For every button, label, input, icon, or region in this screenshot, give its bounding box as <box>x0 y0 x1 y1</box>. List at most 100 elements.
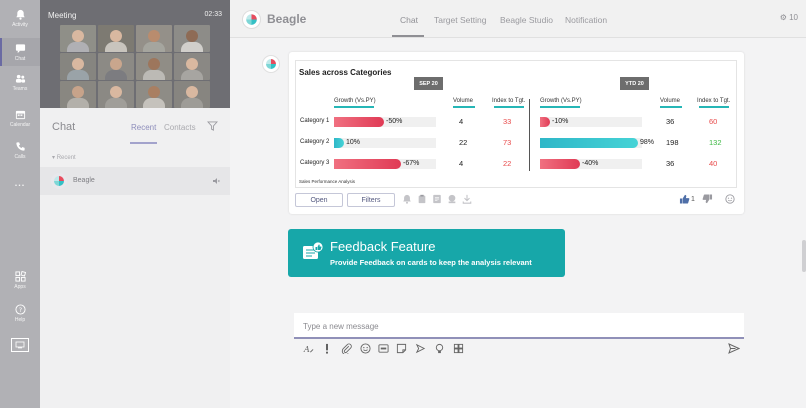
rail-activity[interactable]: Activity <box>0 8 40 32</box>
chat-list-item[interactable]: Beagle <box>40 167 230 195</box>
compose-placeholder: Type a new message <box>303 322 379 331</box>
participant-video <box>60 25 96 52</box>
participant-video <box>136 81 172 108</box>
sticker-icon[interactable] <box>396 343 407 357</box>
thumbs-up-icon[interactable] <box>679 194 690 207</box>
conversation-name: Beagle <box>73 177 95 184</box>
participant-video <box>60 81 96 108</box>
participant-video <box>136 25 172 52</box>
rail-apps[interactable]: Apps <box>0 270 40 294</box>
growth-bar <box>334 117 384 127</box>
phone-icon <box>14 140 26 152</box>
rail-device[interactable] <box>0 338 40 356</box>
app-name: Beagle <box>267 12 307 26</box>
col-index-sep: Index to Tgt. <box>492 98 526 104</box>
index-value: 22 <box>503 159 512 168</box>
growth-bar-track <box>334 159 436 169</box>
card-title: Sales across Categories <box>299 68 392 77</box>
volume-value: 36 <box>666 117 675 126</box>
chat-icon <box>14 42 26 54</box>
index-value: 73 <box>503 138 512 147</box>
col-growth-sep: Growth (Vs.PY) <box>334 98 376 104</box>
index-value: 60 <box>709 117 718 126</box>
period-sep20: SEP 20 <box>414 77 443 90</box>
tab-beagle-studio[interactable]: Beagle Studio <box>500 15 553 25</box>
rail-label: Teams <box>12 86 28 92</box>
praise-icon[interactable] <box>434 343 445 357</box>
apps-icon[interactable] <box>453 343 464 357</box>
send-icon[interactable] <box>728 343 741 357</box>
feedback-subtitle: Provide Feedback on cards to keep the an… <box>330 258 532 267</box>
attach-icon[interactable] <box>341 343 352 357</box>
apps-icon <box>14 270 26 282</box>
rail-calendar[interactable]: Calendar <box>0 108 40 132</box>
meet-now-icon[interactable] <box>415 343 426 357</box>
volume-value: 36 <box>666 159 675 168</box>
volume-value: 4 <box>459 117 464 126</box>
volume-value: 4 <box>459 159 464 168</box>
open-button[interactable]: Open <box>295 193 343 207</box>
format-icon[interactable]: A <box>303 343 314 357</box>
tab-recent-underline <box>130 142 157 144</box>
filter-icon[interactable] <box>206 121 219 134</box>
category-label: Category 2 <box>300 139 330 145</box>
bell-icon[interactable] <box>402 194 412 207</box>
header-right-indicator[interactable]: ⚙ 10 <box>780 13 798 22</box>
col-underline <box>453 106 475 108</box>
growth-bar-track <box>334 117 436 127</box>
growth-value: -40% <box>582 160 599 167</box>
tab-chat[interactable]: Chat <box>400 15 418 25</box>
participant-video <box>174 81 210 108</box>
feedback-feature-banner[interactable]: Feedback Feature Provide Feedback on car… <box>288 229 565 277</box>
help-icon: ? <box>14 303 26 315</box>
mute-icon[interactable] <box>212 177 220 188</box>
growth-bar <box>540 159 580 169</box>
meeting-video-panel[interactable]: Meeting 02:33 <box>40 0 230 108</box>
rail-calls[interactable]: Calls <box>0 140 40 164</box>
recent-section-header: ▾ Recent <box>52 155 76 161</box>
important-icon[interactable] <box>324 343 330 357</box>
teams-icon <box>14 72 26 84</box>
app-header: Beagle Chat Target Setting Beagle Studio… <box>230 0 806 38</box>
filters-button[interactable]: Filters <box>347 193 395 207</box>
message-compose-box[interactable]: Type a new message <box>294 313 744 339</box>
category-label: Category 3 <box>300 160 330 166</box>
download-icon[interactable] <box>462 194 472 207</box>
like-count: 1 <box>691 196 695 203</box>
rail-more[interactable]: ... <box>0 178 40 190</box>
rail-chat[interactable]: Chat <box>0 38 40 66</box>
clipboard-icon[interactable] <box>417 194 427 207</box>
rail-teams[interactable]: Teams <box>0 72 40 96</box>
rail-label: Help <box>14 317 26 323</box>
calendar-icon <box>14 108 26 120</box>
rail-help[interactable]: ? Help <box>0 303 40 327</box>
participant-video <box>98 81 134 108</box>
period-ytd20: YTD 20 <box>620 77 649 90</box>
growth-value: -50% <box>386 118 403 125</box>
gif-icon[interactable] <box>378 343 389 357</box>
scrollbar[interactable] <box>802 240 806 272</box>
share-icon[interactable] <box>447 194 457 207</box>
feedback-thumbs-up-icon <box>300 240 324 264</box>
tab-recent[interactable]: Recent <box>131 123 156 132</box>
category-label: Category 1 <box>300 118 330 124</box>
report-icon[interactable] <box>432 194 442 207</box>
main-area: Beagle Chat Target Setting Beagle Studio… <box>230 0 806 408</box>
meeting-timer: 02:33 <box>204 11 222 18</box>
growth-value: -10% <box>552 118 569 125</box>
participant-video <box>136 53 172 80</box>
period-divider <box>529 99 530 171</box>
emoji-icon[interactable] <box>360 343 371 357</box>
tab-target-setting[interactable]: Target Setting <box>434 15 486 25</box>
growth-value: 10% <box>346 139 361 146</box>
thumbs-down-icon[interactable] <box>702 194 713 207</box>
bell-icon <box>14 8 26 20</box>
tab-notification[interactable]: Notification <box>565 15 607 25</box>
col-index-ytd: Index to Tgt. <box>697 98 731 104</box>
tab-contacts[interactable]: Contacts <box>164 123 196 132</box>
emoji-icon[interactable] <box>725 194 735 207</box>
analysis-card-message: Sales across Categories SEP 20 YTD 20 Gr… <box>289 52 744 214</box>
rail-label: Apps <box>14 284 26 290</box>
rail-label: Chat <box>14 56 26 62</box>
participant-video <box>174 25 210 52</box>
